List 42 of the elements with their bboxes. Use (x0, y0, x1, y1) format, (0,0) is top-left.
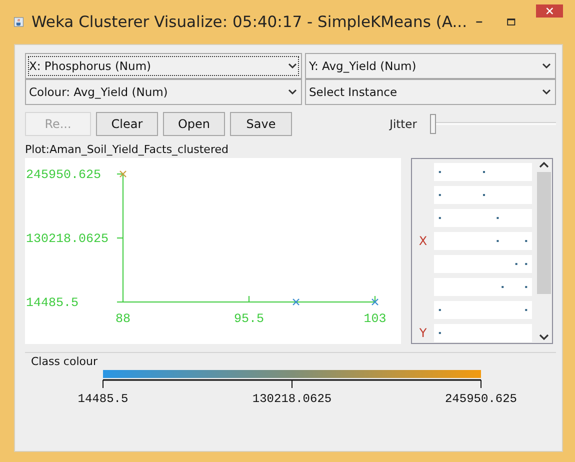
chevron-down-icon[interactable] (539, 334, 549, 341)
attribute-dropdown[interactable]: Y: Avg_Yield (Num) (305, 53, 556, 79)
toolbar-button[interactable]: Clear (96, 112, 158, 136)
axis-letter: X (418, 234, 428, 248)
y-tick-label: 245950.625 (26, 168, 102, 182)
attribute-strip[interactable] (434, 209, 532, 227)
attribute-strip[interactable] (434, 255, 532, 273)
toolbar-button[interactable]: Open (163, 112, 225, 136)
attribute-strip[interactable] (434, 301, 532, 319)
chevron-down-icon (288, 89, 297, 95)
chevron-up-icon[interactable] (539, 161, 549, 168)
attribute-strip[interactable] (434, 278, 532, 296)
attribute-dropdown[interactable]: Colour: Avg_Yield (Num) (25, 79, 302, 105)
data-point (292, 298, 300, 306)
scale-label: 130218.0625 (252, 392, 332, 406)
y-tick-label: 130218.0625 (26, 232, 109, 246)
attribute-strip[interactable] (434, 324, 532, 342)
x-tick-label: 88 (116, 312, 130, 326)
scale-label: 14485.5 (78, 392, 128, 406)
chevron-down-icon (542, 63, 551, 69)
jitter-label: Jitter (390, 117, 417, 131)
chevron-down-icon (288, 63, 297, 69)
toolbar-button[interactable]: Save (230, 112, 292, 136)
plot-title: Plot:Aman_Soil_Yield_Facts_clustered (25, 143, 230, 156)
slider-thumb[interactable] (430, 114, 436, 134)
chevron-down-icon (542, 89, 551, 95)
attribute-dropdown[interactable]: Select Instance (305, 79, 556, 105)
class-colour-title: Class colour (31, 355, 98, 368)
scrollbar[interactable] (536, 159, 552, 343)
data-point (119, 170, 127, 178)
attribute-dropdown[interactable]: X: Phosphorus (Num) (25, 53, 302, 79)
attribute-strip[interactable] (434, 232, 532, 250)
java-cup-icon (14, 14, 24, 30)
attribute-strip[interactable] (434, 163, 532, 181)
y-tick-label: 14485.5 (26, 296, 79, 310)
attribute-strip[interactable] (434, 186, 532, 204)
axis-letter: Y (418, 326, 428, 340)
x-tick-label: 95.5 (234, 312, 264, 326)
data-point (371, 298, 379, 306)
window-title: Weka Clusterer Visualize: 05:40:17 - SimpleKMeans (A... (32, 13, 468, 31)
x-tick-label: 103 (364, 312, 386, 326)
scale-label: 245950.625 (445, 392, 517, 406)
